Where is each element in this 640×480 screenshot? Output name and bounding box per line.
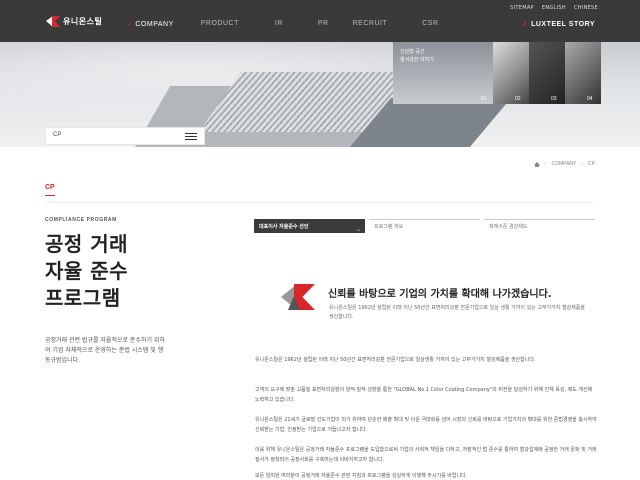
breadcrumb-cp[interactable]: CP xyxy=(588,161,595,167)
utility-links: SITEMAP ENGLISH CHINESE xyxy=(510,5,598,11)
thumb-number: 04 xyxy=(587,96,593,102)
section-label: COMPLIANCE PROGRAM xyxy=(45,217,117,223)
paragraph: 이를 위해 유니온스틸은 공정거래 자율준수 프로그램을 도입함으로써 기업의 … xyxy=(255,447,597,463)
slogan-description: 유니온스틸은 1962년 설립된 이래 지난 50년간 표면처리강판 전문기업으… xyxy=(329,305,585,320)
main-nav: COMPANY PRODUCT IR PR RECRUIT CSR xyxy=(127,20,439,28)
logo-text: 유니온스틸 xyxy=(63,17,103,26)
breadcrumb: › COMPANY › CP xyxy=(533,161,595,167)
luxteel-story-link[interactable]: LUXTEEL STORY xyxy=(522,20,595,28)
divider xyxy=(45,202,595,203)
banner-thumb-1[interactable]: 인원형 공간 렬서강한 이야기 01 xyxy=(393,42,493,104)
menu-icon[interactable] xyxy=(185,133,197,140)
nav-company[interactable]: COMPANY xyxy=(127,20,174,28)
paragraph: 유니온스틸은 21세기 글로벌 선도기업이 되기 위하여 단순한 매출 확대 및… xyxy=(255,417,597,433)
paragraph: 유니온스틸은 1962년 설립된 이래 지난 50년간 표면처리강판 전문기업으… xyxy=(255,357,536,363)
breadcrumb-company[interactable]: COMPANY xyxy=(551,161,576,167)
content-tabs: 대표이사 자율준수 선언 ⌄ 프로그램 개요 제재수준 경감제도 xyxy=(254,219,595,233)
home-icon[interactable] xyxy=(533,161,540,167)
sub-nav-dropdown[interactable]: CP xyxy=(45,127,205,145)
thumb-number: 03 xyxy=(551,96,557,102)
tab-ceo-declaration[interactable]: 대표이사 자율준수 선언 ⌄ xyxy=(254,219,365,233)
banner-thumbnails: 인원형 공간 렬서강한 이야기 01 02 03 04 xyxy=(393,42,601,104)
logo[interactable]: 유니온스틸 xyxy=(46,16,102,27)
brand-symbol-icon xyxy=(281,284,315,310)
banner-thumb-2[interactable]: 02 xyxy=(493,42,529,104)
section-description: 공정거래 관련 법규를 자율적으로 준수하기 위하여 기업 자체적으로 운영하는… xyxy=(45,337,165,364)
section-tag: CP xyxy=(45,184,55,196)
nav-csr[interactable]: CSR xyxy=(422,20,438,28)
tab-program-overview[interactable]: 프로그램 개요 xyxy=(369,219,480,233)
paragraph: 모든 임직원 여러분이 공정거래 자율준수 관련 지침과 프로그램을 성실하게 … xyxy=(255,473,468,479)
paragraph: 고객의 요구에 맞춘 고품질 표면처리강판의 양적·질적 성장을 통한 "GLO… xyxy=(255,387,593,403)
logo-mark-icon xyxy=(46,16,60,27)
chevron-down-icon: ⌄ xyxy=(355,226,361,233)
chinese-link[interactable]: CHINESE xyxy=(574,5,598,11)
nav-pr[interactable]: PR xyxy=(318,20,329,28)
page-title: 공정 거래 자율 준수 프로그램 xyxy=(45,232,129,310)
banner-caption-line1: 인원형 공간 xyxy=(400,49,425,55)
tab-sanction-reduction[interactable]: 제재수준 경감제도 xyxy=(484,219,595,233)
nav-ir[interactable]: IR xyxy=(275,20,283,28)
top-bar: 유니온스틸 SITEMAP ENGLISH CHINESE COMPANY PR… xyxy=(0,0,640,42)
banner-caption-line2: 렬서강한 이야기 xyxy=(400,57,434,63)
slogan-title: 신뢰를 바탕으로 기업의 가치를 확대해 나가겠습니다. xyxy=(328,289,552,300)
thumb-number: 01 xyxy=(481,96,487,102)
sitemap-link[interactable]: SITEMAP xyxy=(510,5,534,11)
sub-nav-label: CP xyxy=(53,132,62,138)
thumb-number: 02 xyxy=(515,96,521,102)
banner-thumb-4[interactable]: 04 xyxy=(565,42,601,104)
nav-product[interactable]: PRODUCT xyxy=(201,20,239,28)
banner-thumb-3[interactable]: 03 xyxy=(529,42,565,104)
english-link[interactable]: ENGLISH xyxy=(542,5,566,11)
nav-recruit[interactable]: RECRUIT xyxy=(353,20,388,28)
